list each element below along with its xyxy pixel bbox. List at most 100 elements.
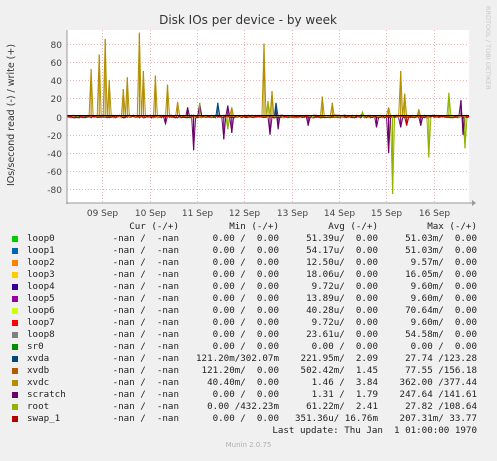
legend-avg: 221.95m/ 2.09 bbox=[300, 353, 378, 364]
legend-avg: 13.89u/ 0.00 bbox=[306, 293, 378, 304]
legend-swatch bbox=[12, 236, 18, 242]
legend-name: loop4 bbox=[27, 281, 55, 292]
legend-cur: -nan / -nan bbox=[112, 269, 179, 280]
y-tick-label: -60 bbox=[47, 168, 62, 178]
legend-max: 247.64 /141.61 bbox=[399, 389, 477, 400]
legend-cur: -nan / -nan bbox=[112, 401, 179, 412]
legend-min: 0.00 / 0.00 bbox=[212, 317, 279, 328]
legend-name: loop5 bbox=[27, 293, 55, 304]
legend-max: 9.60m/ 0.00 bbox=[410, 317, 477, 328]
legend-row: loop8 -nan / -nan 0.00 / 0.00 23.61u/ 0.00 5… bbox=[0, 329, 497, 341]
y-tick-label: 0 bbox=[56, 114, 62, 124]
legend-swatch bbox=[12, 380, 18, 386]
x-tick-label: 09 Sep bbox=[87, 209, 119, 219]
legend-min: 0.00 / 0.00 bbox=[212, 389, 279, 400]
x-tick-label: 11 Sep bbox=[182, 209, 214, 219]
legend-min: 0.00 / 0.00 bbox=[212, 293, 279, 304]
y-tick-label: 80 bbox=[51, 41, 63, 51]
y-tick-labels: 80 60 40 20 0 -20 -40 -60 -80 bbox=[47, 41, 62, 196]
legend-cur: -nan / -nan bbox=[112, 233, 179, 244]
legend-max: 54.58m/ 0.00 bbox=[405, 329, 477, 340]
legend-row: loop0 -nan / -nan 0.00 / 0.00 51.39u/ 0.00 5… bbox=[0, 233, 497, 245]
legend-name: loop0 bbox=[27, 233, 55, 244]
legend-cur: -nan / -nan bbox=[112, 365, 179, 376]
header-max: Max (-/+) bbox=[427, 221, 477, 232]
y-tick-label: 20 bbox=[51, 95, 63, 105]
legend-row: loop4 -nan / -nan 0.00 / 0.00 9.72u/ 0.00 9.… bbox=[0, 281, 497, 293]
legend-min: 0.00 / 0.00 bbox=[212, 245, 279, 256]
legend-row: loop2 -nan / -nan 0.00 / 0.00 12.50u/ 0.00 9… bbox=[0, 257, 497, 269]
legend-min: 0.00 / 0.00 bbox=[212, 233, 279, 244]
chart-title: Disk IOs per device - by week bbox=[159, 13, 337, 27]
legend-max: 9.57m/ 0.00 bbox=[410, 257, 477, 268]
legend-cur: -nan / -nan bbox=[112, 257, 179, 268]
legend-swatch bbox=[12, 320, 18, 326]
legend-cur: -nan / -nan bbox=[112, 245, 179, 256]
legend-swatch bbox=[12, 284, 18, 290]
legend-avg: 12.50u/ 0.00 bbox=[306, 257, 378, 268]
legend-avg: 54.17u/ 0.00 bbox=[306, 245, 378, 256]
legend-row: xvdb -nan / -nan 121.20m/ 0.00 502.42m/ 1.4… bbox=[0, 365, 497, 377]
y-axis-label: IOs/second read (-) / write (+) bbox=[6, 44, 17, 186]
legend-row: loop7 -nan / -nan 0.00 / 0.00 9.72u/ 0.00 9.… bbox=[0, 317, 497, 329]
legend-cur: -nan / -nan bbox=[112, 317, 179, 328]
legend-min: 0.00 / 0.00 bbox=[212, 269, 279, 280]
legend-avg: 51.39u/ 0.00 bbox=[306, 233, 378, 244]
legend-cur: -nan / -nan bbox=[112, 281, 179, 292]
legend-name: loop6 bbox=[27, 305, 55, 316]
legend-avg: 0.00 / 0.00 bbox=[311, 341, 378, 352]
legend-max: 9.60m/ 0.00 bbox=[410, 293, 477, 304]
legend-swatch bbox=[12, 416, 18, 422]
legend-name: loop2 bbox=[27, 257, 55, 268]
legend-name: loop8 bbox=[27, 329, 55, 340]
x-tick-labels: 09 Sep 10 Sep 11 Sep 12 Sep 13 Sep 14 Sep 15 S… bbox=[87, 209, 451, 219]
y-tick-label: -80 bbox=[47, 186, 62, 196]
legend-swatch bbox=[12, 344, 18, 350]
legend-max: 0.00 / 0.00 bbox=[410, 341, 477, 352]
legend-swatch bbox=[12, 404, 18, 410]
legend-swatch bbox=[12, 272, 18, 278]
y-tick-label: 60 bbox=[51, 59, 63, 69]
legend-row: loop5 -nan / -nan 0.00 / 0.00 13.89u/ 0.00 9… bbox=[0, 293, 497, 305]
legend-name: sr0 bbox=[27, 341, 44, 352]
rrdtool-watermark: RRDTOOL / TOBI OETIKER bbox=[484, 6, 492, 90]
legend-max: 362.00 /377.44 bbox=[399, 377, 477, 388]
legend-min: 0.00 / 0.00 bbox=[212, 281, 279, 292]
legend-avg: 351.36u/ 16.76m bbox=[295, 413, 378, 424]
legend-min: 40.40m/ 0.00 bbox=[207, 377, 279, 388]
legend-cur: -nan / -nan bbox=[112, 377, 179, 388]
legend-name: xvdc bbox=[27, 377, 50, 388]
x-tick-label: 14 Sep bbox=[324, 209, 356, 219]
legend-min: 0.00 / 0.00 bbox=[212, 329, 279, 340]
x-tick-label: 12 Sep bbox=[229, 209, 261, 219]
legend-max: 16.05m/ 0.00 bbox=[405, 269, 477, 280]
legend-min: 0.00 / 0.00 bbox=[212, 413, 279, 424]
legend-swatch bbox=[12, 368, 18, 374]
x-axis-arrow-icon bbox=[472, 200, 476, 206]
legend-row: scratch -nan / -nan 0.00 / 0.00 1.31 / 1.79… bbox=[0, 389, 497, 401]
legend-max: 27.82 /108.64 bbox=[405, 401, 477, 412]
x-tick-label: 13 Sep bbox=[277, 209, 309, 219]
legend-name: xvda bbox=[27, 353, 50, 364]
header-cur: Cur (-/+) bbox=[129, 221, 179, 232]
legend-name: loop7 bbox=[27, 317, 55, 328]
legend-row: swap_1 -nan / -nan 0.00 / 0.00 351.36u/ 16.… bbox=[0, 413, 497, 425]
y-tick-label: -20 bbox=[47, 132, 62, 142]
legend-name: loop1 bbox=[27, 245, 55, 256]
legend-cur: -nan / -nan bbox=[112, 413, 179, 424]
legend-name: root bbox=[27, 401, 50, 412]
legend-avg: 9.72u/ 0.00 bbox=[311, 317, 378, 328]
legend-cur: -nan / -nan bbox=[112, 353, 179, 364]
legend-cur: -nan / -nan bbox=[112, 389, 179, 400]
x-tick-label: 10 Sep bbox=[135, 209, 167, 219]
legend-max: 27.74 /123.28 bbox=[405, 353, 477, 364]
legend-swatch bbox=[12, 332, 18, 338]
legend-cur: -nan / -nan bbox=[112, 305, 179, 316]
legend-max: 9.60m/ 0.00 bbox=[410, 281, 477, 292]
x-tick-label: 16 Sep bbox=[419, 209, 451, 219]
legend-swatch bbox=[12, 392, 18, 398]
header-min: Min (-/+) bbox=[229, 221, 279, 232]
legend-min: 0.00 / 0.00 bbox=[212, 305, 279, 316]
legend-max: 77.55 /156.18 bbox=[405, 365, 477, 376]
legend-header: Cur (-/+) Min (-/+) Avg (-/+) Max (-/+) bbox=[0, 221, 497, 233]
